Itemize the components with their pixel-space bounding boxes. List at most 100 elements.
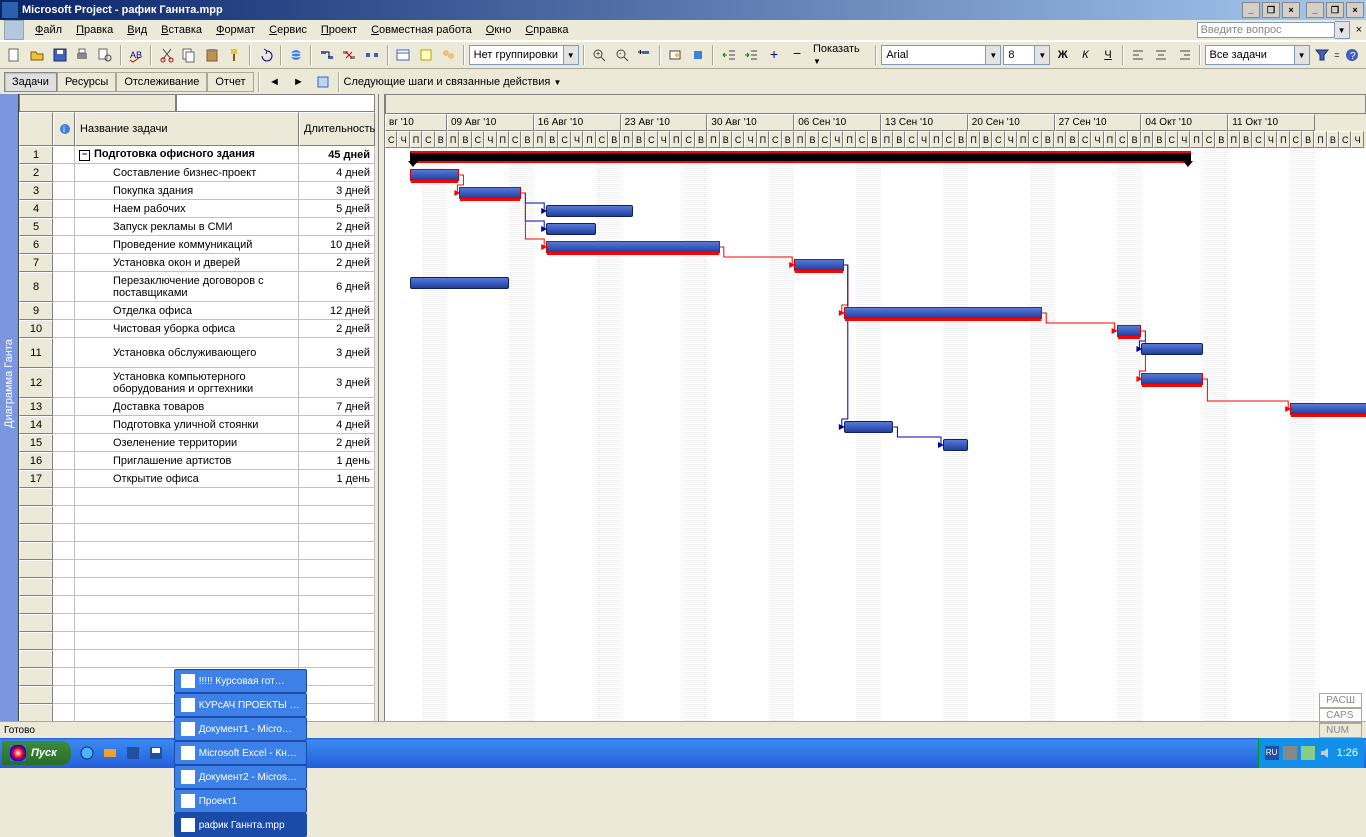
row-name[interactable]: Озеленение территории — [75, 434, 299, 452]
lang-indicator[interactable]: RU — [1265, 746, 1279, 760]
row-name[interactable]: Проведение коммуникаций — [75, 236, 299, 254]
menu-формат[interactable]: Формат — [209, 22, 262, 38]
row-name[interactable]: Открытие офиса — [75, 470, 299, 488]
table-row[interactable]: 15Озеленение территории2 дней — [19, 434, 375, 452]
row-duration[interactable]: 2 дней — [299, 218, 375, 236]
assign-resources-icon[interactable] — [438, 44, 459, 66]
row-name[interactable]: Перезаключение договоров с поставщиками — [75, 272, 299, 302]
print-preview-icon[interactable] — [95, 44, 116, 66]
row-duration[interactable]: 3 дней — [299, 368, 375, 398]
taskbar-item[interactable]: Документ2 - Micros… — [174, 765, 307, 789]
row-name[interactable]: Установка компьютерного оборудования и о… — [75, 368, 299, 398]
taskbar-item[interactable]: !!!!! Курсовая гот… — [174, 669, 307, 693]
split-task-icon[interactable] — [362, 44, 383, 66]
taskbar-item[interactable]: Проект1 — [174, 789, 307, 813]
office-icon[interactable] — [687, 44, 708, 66]
row-duration[interactable]: 2 дней — [299, 434, 375, 452]
task-bar[interactable] — [546, 223, 596, 235]
show-outline-button[interactable]: Показать ▼ — [809, 43, 871, 67]
row-duration[interactable]: 2 дней — [299, 254, 375, 272]
task-bar[interactable] — [844, 421, 894, 433]
save-icon[interactable] — [49, 44, 70, 66]
table-row[interactable] — [19, 578, 375, 596]
menu-справка[interactable]: Справка — [518, 22, 575, 38]
align-center-icon[interactable] — [1151, 44, 1172, 66]
table-row[interactable] — [19, 596, 375, 614]
task-bar[interactable] — [794, 259, 844, 271]
task-info-icon[interactable] — [393, 44, 414, 66]
table-row[interactable]: 7Установка окон и дверей2 дней — [19, 254, 375, 272]
table-row[interactable] — [19, 560, 375, 578]
table-row[interactable] — [19, 506, 375, 524]
row-duration[interactable]: 7 дней — [299, 398, 375, 416]
view-bar[interactable]: Диаграмма Ганта — [0, 94, 19, 738]
col-indicator[interactable]: i — [53, 112, 75, 146]
taskbar-item[interactable]: рафик Ганнта.mpp — [174, 813, 307, 837]
task-bar[interactable] — [1117, 325, 1142, 337]
guide-tab-0[interactable]: Задачи — [4, 72, 57, 92]
task-bar[interactable] — [1141, 373, 1203, 385]
hide-subtasks-icon[interactable]: − — [786, 44, 807, 66]
row-duration[interactable]: 5 дней — [299, 200, 375, 218]
table-row[interactable]: 17Открытие офиса1 день — [19, 470, 375, 488]
goto-task-icon[interactable] — [634, 44, 655, 66]
unlink-tasks-icon[interactable] — [339, 44, 360, 66]
clock[interactable]: 1:26 — [1337, 747, 1358, 759]
tray-icon-2[interactable] — [1301, 746, 1315, 760]
row-name[interactable]: Запуск рекламы в СМИ — [75, 218, 299, 236]
taskbar-item[interactable]: Документ1 - Micro… — [174, 717, 307, 741]
row-duration[interactable]: 6 дней — [299, 272, 375, 302]
table-row[interactable]: 10Чистовая уборка офиса2 дней — [19, 320, 375, 338]
timescale[interactable]: СЧПСВПВСЧПСВПВСЧПСВПВСЧПСВПВСЧПСВПВСЧПСВ… — [385, 114, 1366, 148]
row-duration[interactable]: 1 день — [299, 470, 375, 488]
help-question-dropdown[interactable]: ▼ — [1335, 21, 1350, 39]
table-row[interactable]: 14Подготовка уличной стоянки4 дней — [19, 416, 375, 434]
spellcheck-icon[interactable]: AB — [126, 44, 147, 66]
table-row[interactable] — [19, 614, 375, 632]
task-bar[interactable] — [844, 307, 1042, 319]
menu-сервис[interactable]: Сервис — [262, 22, 314, 38]
filter-combo[interactable]: Все задачи▼ — [1205, 45, 1310, 65]
zoom-in-icon[interactable]: + — [589, 44, 610, 66]
table-row[interactable] — [19, 524, 375, 542]
splitter[interactable] — [378, 94, 385, 738]
row-name[interactable]: Подготовка уличной стоянки — [75, 416, 299, 434]
menu-проект[interactable]: Проект — [314, 22, 364, 38]
font-combo[interactable]: Arial▼ — [881, 45, 1001, 65]
table-row[interactable]: 2Составление бизнес-проект4 дней — [19, 164, 375, 182]
group-by-combo[interactable]: Нет группировки▼ — [469, 45, 579, 65]
row-name[interactable]: Приглашение артистов — [75, 452, 299, 470]
zoom-out-icon[interactable]: - — [611, 44, 632, 66]
table-row[interactable]: 5Запуск рекламы в СМИ2 дней — [19, 218, 375, 236]
col-rownum[interactable] — [19, 112, 53, 146]
row-name[interactable]: Установка обслуживающего — [75, 338, 299, 368]
menu-файл[interactable]: Файл — [28, 22, 69, 38]
copy-picture-icon[interactable] — [665, 44, 686, 66]
guide-tab-2[interactable]: Отслеживание — [116, 72, 207, 92]
task-notes-icon[interactable] — [415, 44, 436, 66]
table-row[interactable] — [19, 632, 375, 650]
table-row[interactable]: 11Установка обслуживающего3 дней — [19, 338, 375, 368]
task-bar[interactable] — [410, 169, 460, 181]
row-duration[interactable]: 4 дней — [299, 164, 375, 182]
hyperlink-icon[interactable] — [286, 44, 307, 66]
task-bar[interactable] — [459, 187, 521, 199]
table-row[interactable]: 12Установка компьютерного оборудования и… — [19, 368, 375, 398]
row-name[interactable]: Составление бизнес-проект — [75, 164, 299, 182]
autofilter-icon[interactable] — [1312, 44, 1333, 66]
undo-icon[interactable] — [255, 44, 276, 66]
show-desktop-icon[interactable] — [123, 742, 143, 764]
mail-icon[interactable] — [100, 742, 120, 764]
taskbar-item[interactable]: Microsoft Excel - Кн… — [174, 741, 307, 765]
row-duration[interactable]: 3 дней — [299, 338, 375, 368]
summary-bar[interactable] — [410, 151, 1191, 163]
menu-вставка[interactable]: Вставка — [154, 22, 209, 38]
save-ql-icon[interactable] — [146, 742, 166, 764]
link-tasks-icon[interactable] — [316, 44, 337, 66]
table-row[interactable]: 9Отделка офиса12 дней — [19, 302, 375, 320]
help-icon[interactable]: ? — [1342, 44, 1363, 66]
close-app-button[interactable]: × — [1346, 2, 1364, 18]
restore-button[interactable]: ❐ — [1262, 2, 1280, 18]
close-inner-button[interactable]: × — [1356, 24, 1362, 36]
italic-icon[interactable]: К — [1075, 44, 1096, 66]
